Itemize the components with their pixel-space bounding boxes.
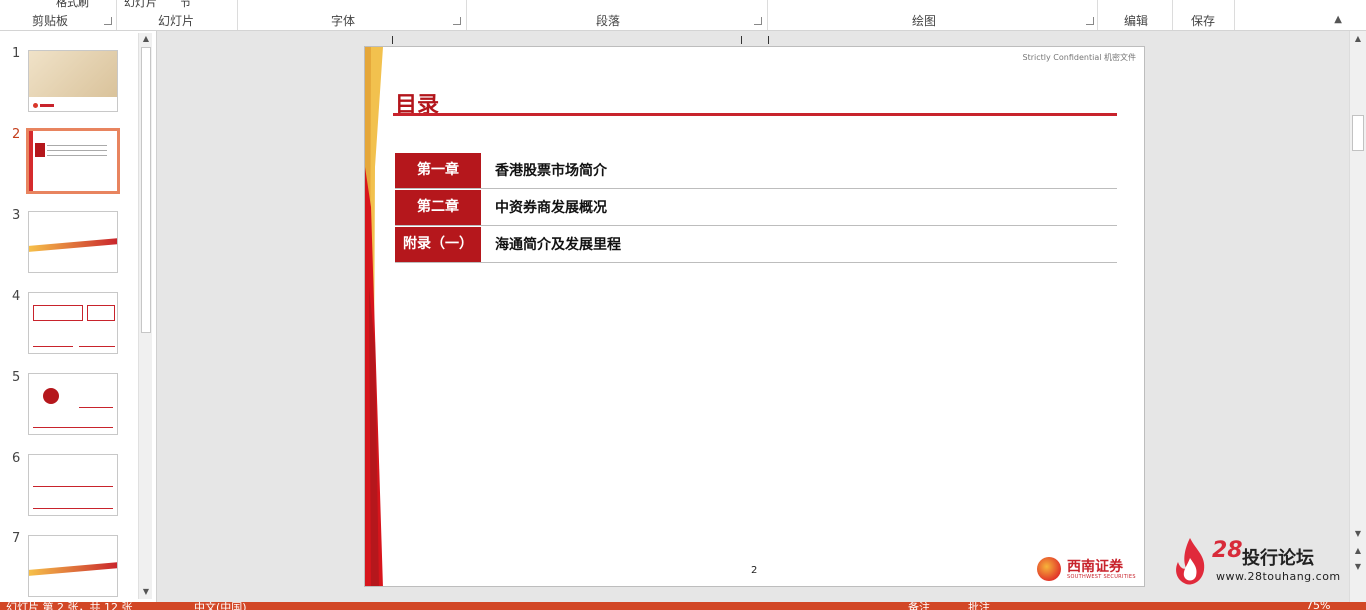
toc-title: 中资券商发展概况 [495,200,607,216]
thumbnail-number: 6 [12,451,21,466]
scroll-down-icon[interactable]: ▼ [1351,528,1365,540]
thumbnail-number: 1 [12,46,21,61]
editor-scrollbar[interactable]: ▲ ▼ ▲ ▼ [1349,31,1366,602]
ribbon-divider [1234,0,1235,30]
ruler-marker[interactable] [741,36,742,44]
watermark-name: 投行论坛 [1242,548,1314,569]
scroll-down-icon[interactable]: ▼ [139,586,153,598]
format-painter-label[interactable]: 格式刷 [56,0,89,10]
watermark-number: 28 [1212,538,1243,563]
section-label[interactable]: 节 [180,0,191,10]
slide-thumbnail-2[interactable] [26,128,120,194]
toc-row[interactable]: 第二章 中资券商发展概况 [395,190,1117,226]
slide-editor: Strictly Confidential 机密文件 目录 第一章 香港股票市场… [158,31,1349,602]
toc-title: 海通简介及发展里程 [495,237,621,253]
editor-scroll-thumb[interactable] [1352,115,1364,151]
thumbnail-number: 2 [12,127,21,142]
toc-chapter: 第一章 [395,153,481,188]
slide-thumbnail-6[interactable] [28,454,118,516]
toc-chapter: 第二章 [395,190,481,225]
font-launcher-icon[interactable] [453,17,461,25]
scroll-up-icon[interactable]: ▲ [139,33,153,45]
company-logo: 西南证券 SOUTHWEST SECURITIES [1037,555,1137,583]
slide-canvas[interactable]: Strictly Confidential 机密文件 目录 第一章 香港股票市场… [364,46,1145,587]
group-paragraph-label: 段落 [595,14,620,28]
slide-decoration-stripe [365,47,383,586]
flame-icon [1176,538,1205,585]
slide-count-status: 幻灯片 第 2 张，共 12 张 [6,602,133,610]
ruler [158,31,1349,45]
group-save-label: 保存 [1190,14,1215,28]
ribbon-divider [767,0,768,30]
drawing-launcher-icon[interactable] [1086,17,1094,25]
page-number: 2 [751,565,758,576]
thumbnail-number: 3 [12,208,21,223]
thumbnail-number: 5 [12,370,21,385]
thumbnail-number: 7 [12,531,21,546]
slide-thumbnail-pane: 1 2 3 4 5 6 7 ▲ ▼ [0,31,157,602]
ruler-marker[interactable] [768,36,769,44]
ribbon-divider [116,0,117,30]
toc-row[interactable]: 第一章 香港股票市场简介 [395,153,1117,189]
logo-subtitle: SOUTHWEST SECURITIES [1067,574,1136,580]
status-bar: 幻灯片 第 2 张，共 12 张 中文(中国) 备注 批注 75% [0,602,1366,610]
comments-button[interactable]: 批注 [968,602,990,610]
ruler-marker[interactable] [392,36,393,44]
slide-thumbnail-4[interactable] [28,292,118,354]
thumbnail-scroll-thumb[interactable] [141,47,151,333]
forum-watermark: 28 投行论坛 www.28touhang.com [1172,534,1352,586]
slide-thumbnail-7[interactable] [28,535,118,597]
scroll-up-icon[interactable]: ▲ [1351,33,1365,45]
notes-button[interactable]: 备注 [908,602,930,610]
language-status[interactable]: 中文(中国) [194,602,247,610]
next-slide-icon[interactable]: ▼ [1351,561,1365,573]
toc-title: 香港股票市场简介 [495,163,607,179]
group-font-label: 字体 [330,14,355,28]
group-drawing-label: 绘图 [911,14,936,28]
ribbon-divider [1097,0,1098,30]
title-underline [393,113,1117,116]
toc-row[interactable]: 附录（一） 海通简介及发展里程 [395,227,1117,263]
clipboard-launcher-icon[interactable] [104,17,112,25]
logo-name: 西南证券 [1067,559,1123,575]
watermark-url: www.28touhang.com [1216,570,1341,583]
zoom-level[interactable]: 75% [1306,602,1330,610]
group-editing-label: 编辑 [1123,14,1148,28]
slide-thumbnail-3[interactable] [28,211,118,273]
slide-thumbnail-1[interactable] [28,50,118,112]
thumbnail-number: 4 [12,289,21,304]
ribbon-divider [237,0,238,30]
previous-slide-icon[interactable]: ▲ [1351,545,1365,557]
logo-mark-icon [1037,557,1061,581]
slide-thumbnail-5[interactable] [28,373,118,435]
toc-chapter: 附录（一） [395,227,481,262]
ribbon-divider [466,0,467,30]
group-slides-label: 幻灯片 [157,14,194,28]
ribbon: 格式刷 幻灯片 节 剪贴板 幻灯片 字体 段落 绘图 编辑 保存 ▲ [0,0,1366,31]
new-slide-label[interactable]: 幻灯片 [124,0,157,10]
chevron-up-icon[interactable]: ▲ [1334,14,1342,25]
thumbnail-scrollbar[interactable]: ▲ ▼ [138,33,152,599]
paragraph-launcher-icon[interactable] [754,17,762,25]
confidential-label: Strictly Confidential 机密文件 [1022,53,1136,62]
group-clipboard-label: 剪贴板 [31,14,68,28]
